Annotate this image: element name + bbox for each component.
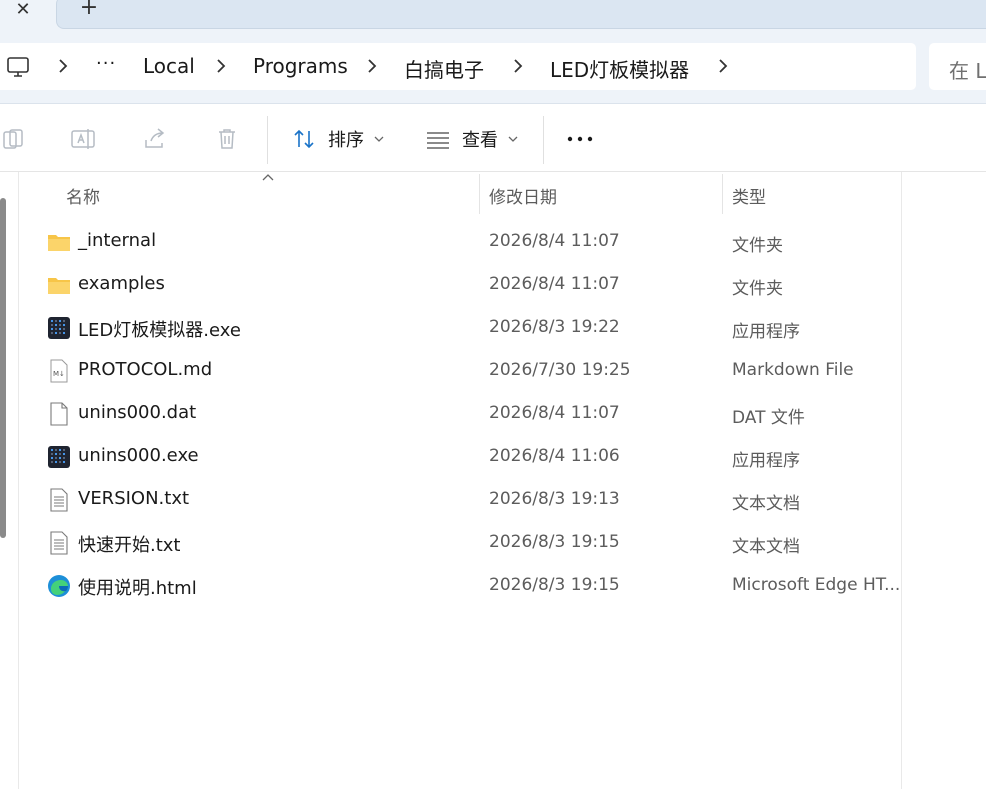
file-type: 文本文档 — [732, 537, 800, 557]
file-modified: 2026/8/3 19:15 — [489, 532, 620, 552]
chevron-down-icon — [374, 136, 384, 142]
file-row[interactable]: examples 2026/8/4 11:07 文件夹 — [20, 263, 900, 306]
address-area: ··· Local Programs 白搞电子 LED灯板模拟器 在 L — [0, 32, 986, 104]
file-name: LED灯板模拟器.exe — [78, 320, 241, 341]
chevron-right-icon[interactable] — [511, 56, 525, 76]
column-header-modified[interactable]: 修改日期 — [489, 183, 557, 208]
file-name: unins000.dat — [78, 402, 197, 423]
pane-divider — [18, 172, 19, 789]
chevron-down-icon — [508, 136, 518, 142]
new-tab-icon[interactable]: + — [76, 0, 102, 20]
close-tab-icon[interactable]: ✕ — [10, 0, 36, 22]
column-separator[interactable] — [479, 174, 480, 214]
text-file-icon — [50, 488, 68, 512]
file-type: 应用程序 — [732, 451, 800, 471]
file-modified: 2026/8/4 11:07 — [489, 403, 620, 423]
svg-text:M↓: M↓ — [53, 370, 65, 378]
more-options-icon[interactable] — [566, 126, 594, 152]
file-modified: 2026/8/4 11:07 — [489, 231, 620, 251]
file-name: PROTOCOL.md — [78, 359, 213, 380]
column-header-name[interactable]: 名称 — [66, 183, 100, 208]
file-row[interactable]: unins000.dat 2026/8/4 11:07 DAT 文件 — [20, 392, 900, 435]
view-label: 查看 — [462, 130, 498, 151]
pane-divider — [901, 172, 902, 789]
file-type: 文件夹 — [732, 236, 783, 256]
toolbar-separator — [267, 116, 268, 164]
sort-button[interactable]: 排序 — [292, 124, 396, 154]
chevron-right-icon[interactable] — [214, 56, 228, 76]
edge-icon — [48, 575, 70, 597]
file-type: DAT 文件 — [732, 408, 805, 428]
file-modified: 2026/8/4 11:06 — [489, 446, 620, 466]
file-name: examples — [78, 273, 165, 294]
text-file-icon — [50, 531, 68, 555]
chevron-right-icon[interactable] — [365, 56, 379, 76]
breadcrumb-baigao[interactable]: 白搞电子 — [404, 54, 484, 83]
file-type: 应用程序 — [732, 322, 800, 342]
app-icon — [48, 317, 70, 339]
active-tab[interactable] — [56, 0, 986, 29]
file-modified: 2026/8/3 19:15 — [489, 575, 620, 595]
file-row[interactable]: 快速开始.txt 2026/8/3 19:15 文本文档 — [20, 521, 900, 564]
file-modified: 2026/8/4 11:07 — [489, 274, 620, 294]
this-pc-icon[interactable] — [6, 55, 30, 79]
column-header-type[interactable]: 类型 — [732, 183, 766, 208]
file-type: Microsoft Edge HT... — [732, 575, 901, 595]
sort-icon — [294, 129, 314, 149]
delete-icon[interactable] — [214, 126, 240, 152]
file-name: 使用说明.html — [78, 578, 197, 599]
file-modified: 2026/8/3 19:22 — [489, 317, 620, 337]
file-list: 名称 修改日期 类型 _internal 2026/8/4 11:07 文件夹 exa… — [0, 172, 986, 789]
command-bar: 排序 查看 — [0, 104, 986, 172]
view-list-icon — [427, 132, 449, 149]
address-bar[interactable]: ··· Local Programs 白搞电子 LED灯板模拟器 — [0, 43, 916, 90]
file-name: VERSION.txt — [78, 488, 190, 509]
view-button[interactable]: 查看 — [426, 124, 530, 154]
search-input[interactable]: 在 L — [929, 43, 986, 90]
sort-ascending-icon — [262, 174, 274, 181]
file-modified: 2026/8/3 19:13 — [489, 489, 620, 509]
file-type: Markdown File — [732, 360, 854, 380]
file-row[interactable]: unins000.exe 2026/8/4 11:06 应用程序 — [20, 435, 900, 478]
rename-icon[interactable] — [70, 126, 96, 152]
folder-icon — [48, 278, 70, 294]
chevron-right-icon[interactable] — [716, 56, 730, 76]
column-separator[interactable] — [722, 174, 723, 214]
breadcrumb-overflow[interactable]: ··· — [96, 53, 116, 74]
file-type: 文本文档 — [732, 494, 800, 514]
app-icon — [48, 446, 70, 468]
file-modified: 2026/7/30 19:25 — [489, 360, 631, 380]
blank-file-icon — [50, 402, 68, 426]
breadcrumb-programs[interactable]: Programs — [253, 54, 348, 78]
paste-icon[interactable] — [0, 126, 26, 152]
breadcrumb-local[interactable]: Local — [143, 54, 195, 78]
toolbar-separator — [543, 116, 544, 164]
file-type: 文件夹 — [732, 279, 783, 299]
file-row[interactable]: M↓ PROTOCOL.md 2026/7/30 19:25 Markdown Fil… — [20, 349, 900, 392]
file-row[interactable]: 使用说明.html 2026/8/3 19:15 Microsoft Edge HT… — [20, 564, 900, 607]
breadcrumb-led-simulator[interactable]: LED灯板模拟器 — [550, 54, 689, 83]
file-row[interactable]: _internal 2026/8/4 11:07 文件夹 — [20, 220, 900, 263]
file-name: unins000.exe — [78, 445, 199, 466]
tab-strip: ✕ + — [0, 0, 986, 32]
chevron-right-icon[interactable] — [56, 56, 70, 76]
file-row[interactable]: VERSION.txt 2026/8/3 19:13 文本文档 — [20, 478, 900, 521]
sort-label: 排序 — [328, 130, 364, 151]
file-row[interactable]: LED灯板模拟器.exe 2026/8/3 19:22 应用程序 — [20, 306, 900, 349]
file-name: _internal — [78, 230, 157, 251]
nav-scrollbar[interactable] — [0, 198, 6, 538]
share-icon[interactable] — [142, 126, 168, 152]
markdown-file-icon: M↓ — [50, 359, 68, 383]
file-name: 快速开始.txt — [78, 535, 181, 556]
folder-icon — [48, 235, 70, 251]
